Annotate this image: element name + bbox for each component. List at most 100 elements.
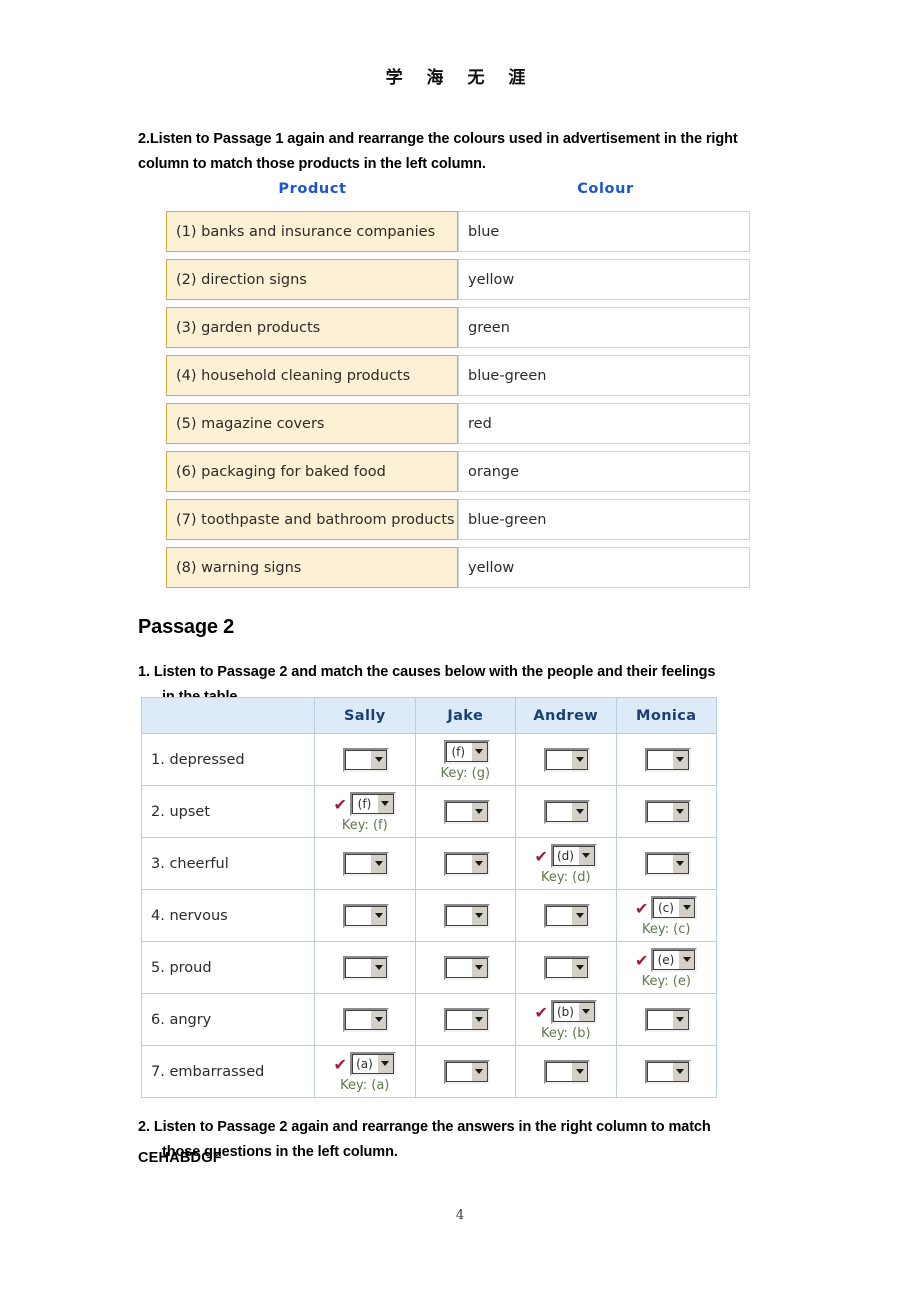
chevron-down-icon[interactable] (671, 853, 689, 874)
chevron-down-icon[interactable] (671, 1009, 689, 1030)
chevron-down-icon[interactable] (571, 749, 589, 770)
chevron-down-icon[interactable] (370, 957, 388, 978)
chevron-down-icon[interactable] (470, 1009, 488, 1030)
chevron-down-icon[interactable] (370, 749, 388, 770)
answer-dropdown[interactable] (343, 955, 390, 980)
product-cell[interactable]: (7) toothpaste and bathroom products (166, 499, 458, 540)
chevron-down-icon[interactable] (577, 1001, 595, 1022)
answer-key-label: Key: (a) (340, 1077, 390, 1093)
answer-dropdown[interactable] (544, 747, 591, 772)
answer-dropdown[interactable] (443, 903, 490, 928)
answer-dropdown[interactable] (644, 1059, 691, 1084)
product-cell[interactable]: (1) banks and insurance companies (166, 211, 458, 252)
chevron-down-icon[interactable] (571, 801, 589, 822)
answer-dropdown[interactable] (343, 851, 390, 876)
chevron-down-icon[interactable] (370, 853, 388, 874)
select-row: ✔(f) (334, 791, 396, 817)
chevron-down-glyph (575, 965, 584, 970)
chevron-down-icon[interactable] (470, 905, 488, 926)
colour-cell[interactable]: blue (458, 211, 750, 252)
answer-dropdown[interactable]: (c) (651, 895, 698, 920)
product-cell[interactable]: (5) magazine covers (166, 403, 458, 444)
answer-dropdown[interactable] (343, 1007, 390, 1032)
answer-dropdown[interactable] (443, 955, 490, 980)
chevron-down-icon[interactable] (470, 853, 488, 874)
answer-dropdown[interactable] (544, 955, 591, 980)
answer-dropdown[interactable] (443, 851, 490, 876)
chevron-down-icon[interactable] (671, 1061, 689, 1082)
answer-dropdown-value (546, 1061, 572, 1082)
answer-dropdown[interactable] (544, 1059, 591, 1084)
answer-dropdown[interactable] (644, 799, 691, 824)
answer-dropdown[interactable] (443, 1059, 490, 1084)
select-row: ✔ (a) (334, 1051, 396, 1077)
answer-dropdown-value (345, 1009, 371, 1030)
chevron-down-icon[interactable] (370, 1009, 388, 1030)
product-cell[interactable]: (8) warning signs (166, 547, 458, 588)
select-row: ✔ (340, 903, 390, 929)
select-row: ✔ (441, 955, 490, 981)
chevron-down-icon[interactable] (470, 741, 488, 762)
product-colour-matching-table: Product Colour (1) banks and insurance c… (166, 181, 752, 595)
product-cell[interactable]: (4) household cleaning products (166, 355, 458, 396)
chevron-down-glyph (676, 1017, 685, 1022)
chevron-down-icon[interactable] (671, 749, 689, 770)
colour-cell[interactable]: yellow (458, 547, 750, 588)
table-row: 1. depressed ✔ ✔(f)Key: (g) ✔ ✔ (141, 733, 717, 786)
chevron-down-icon[interactable] (470, 957, 488, 978)
answer-dropdown[interactable]: (d) (550, 843, 597, 868)
passage2-instruction-1-main: 1. Listen to Passage 2 and match the cau… (138, 663, 716, 680)
answer-dropdown[interactable] (644, 1007, 691, 1032)
answer-dropdown[interactable]: (f) (443, 739, 490, 764)
product-cell[interactable]: (6) packaging for baked food (166, 451, 458, 492)
product-cell[interactable]: (2) direction signs (166, 259, 458, 300)
chevron-down-icon[interactable] (678, 897, 696, 918)
product-cell[interactable]: (3) garden products (166, 307, 458, 348)
answer-dropdown[interactable] (544, 903, 591, 928)
colour-cell[interactable]: green (458, 307, 750, 348)
chevron-down-icon[interactable] (571, 957, 589, 978)
answer-dropdown-value: (f) (445, 741, 471, 762)
answer-dropdown[interactable] (644, 851, 691, 876)
chevron-down-icon[interactable] (671, 801, 689, 822)
answer-widget: ✔ (441, 799, 490, 825)
answer-key-label: Key: (b) (540, 1025, 591, 1041)
chevron-down-glyph (676, 757, 685, 762)
answer-dropdown[interactable] (343, 747, 390, 772)
chevron-down-icon[interactable] (678, 949, 696, 970)
answer-dropdown[interactable] (443, 799, 490, 824)
chevron-down-glyph (381, 1061, 390, 1066)
feelings-column-header-jake: Jake (414, 697, 516, 734)
answer-dropdown[interactable]: (e) (651, 947, 698, 972)
chevron-down-icon[interactable] (470, 801, 488, 822)
chevron-down-icon[interactable] (577, 845, 595, 866)
chevron-down-icon[interactable] (370, 905, 388, 926)
colour-cell[interactable]: blue-green (458, 355, 750, 396)
select-row: ✔ (340, 1007, 390, 1033)
answer-dropdown[interactable] (443, 1007, 490, 1032)
chevron-down-icon[interactable] (376, 1053, 394, 1074)
answer-dropdown[interactable]: (b) (550, 999, 597, 1024)
chevron-down-icon[interactable] (376, 793, 394, 814)
answer-dropdown[interactable]: (a) (349, 1051, 396, 1076)
answer-widget: ✔ (642, 1007, 691, 1033)
select-row: ✔ (541, 1059, 591, 1085)
colour-cell[interactable]: yellow (458, 259, 750, 300)
answer-dropdown[interactable]: (f) (349, 791, 396, 816)
chevron-down-icon[interactable] (571, 1061, 589, 1082)
answer-dropdown[interactable] (343, 903, 390, 928)
matching-row: (5) magazine covers red (166, 403, 752, 444)
answer-widget: ✔ (541, 903, 591, 929)
answer-cell: ✔ (615, 837, 717, 890)
answer-dropdown[interactable] (644, 747, 691, 772)
chevron-down-icon[interactable] (470, 1061, 488, 1082)
colour-cell[interactable]: orange (458, 451, 750, 492)
chevron-down-icon[interactable] (571, 905, 589, 926)
select-row: ✔ (541, 747, 591, 773)
passage2-instruction-2-main: 2. Listen to Passage 2 again and rearran… (138, 1118, 711, 1135)
feeling-label: 6. angry (141, 993, 315, 1046)
answer-dropdown-value (345, 853, 371, 874)
answer-dropdown[interactable] (544, 799, 591, 824)
colour-cell[interactable]: blue-green (458, 499, 750, 540)
colour-cell[interactable]: red (458, 403, 750, 444)
